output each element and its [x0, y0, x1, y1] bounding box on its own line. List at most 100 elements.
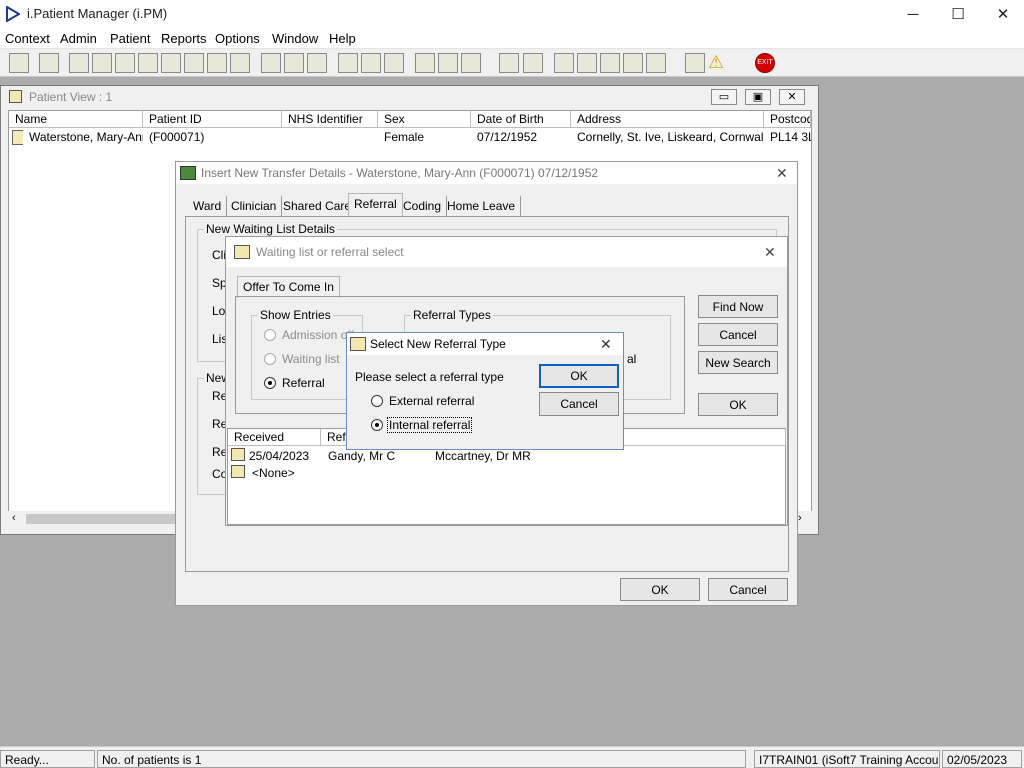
cell-nhs-identifier [282, 129, 378, 146]
app-title: i.Patient Manager (i.PM) [27, 6, 168, 21]
exit-icon[interactable]: EXIT [755, 53, 775, 73]
tasks-icon[interactable] [623, 53, 643, 73]
menu-admin[interactable]: Admin [60, 31, 97, 46]
wl-cancel-button[interactable]: Cancel [698, 323, 778, 346]
external-referral-radio[interactable] [371, 395, 383, 407]
col-patient-id[interactable]: Patient ID [143, 111, 282, 128]
tab-clinician[interactable]: Clinician [226, 196, 283, 217]
inbox-icon[interactable] [577, 53, 597, 73]
message-icon[interactable] [361, 53, 381, 73]
waiting-list-label: Waiting list [282, 352, 340, 366]
clock-icon[interactable] [284, 53, 304, 73]
list-icon[interactable] [115, 53, 135, 73]
maximize-button[interactable]: ☐ [935, 0, 981, 29]
new-search-button[interactable]: New Search [698, 351, 778, 374]
col-postcode[interactable]: Postcode [764, 111, 811, 128]
letter-m-icon[interactable] [138, 53, 158, 73]
tab-offer-to-come-in[interactable]: Offer To Come In [237, 276, 340, 298]
external-referral-label[interactable]: External referral [389, 394, 474, 408]
cell-postcode: PL14 3L [764, 129, 811, 146]
tab-shared-care[interactable]: Shared Care [278, 196, 358, 217]
tab-home-leave[interactable]: Home Leave [442, 196, 522, 217]
referred-to-name: Mccartney, Dr MR [435, 449, 531, 463]
notes-icon[interactable] [184, 53, 204, 73]
person-icon[interactable] [161, 53, 181, 73]
patient-count: No. of patients is 1 [97, 750, 746, 768]
menu-options[interactable]: Options [215, 31, 260, 46]
referral-label: Referral [282, 376, 325, 390]
col-address[interactable]: Address [571, 111, 764, 128]
warning-icon[interactable]: ⚠ [708, 53, 728, 73]
cell-dob: 07/12/1952 [471, 129, 571, 146]
received-date: <None> [252, 466, 295, 480]
col-nhs-identifier[interactable]: NHS Identifier [282, 111, 378, 128]
minimize-button[interactable]: ─ [890, 0, 936, 29]
internal-referral-radio[interactable] [371, 419, 383, 431]
close-button[interactable]: ✕ [980, 0, 1024, 29]
bar-chart-icon[interactable] [523, 53, 543, 73]
referral-icon [231, 448, 245, 461]
wl-ok-button[interactable]: OK [698, 393, 778, 416]
select-referral-type-dialog: Select New Referral Type ✕ Please select… [346, 332, 624, 450]
discharge-icon[interactable] [230, 53, 250, 73]
menu-patient[interactable]: Patient [110, 31, 150, 46]
document-icon[interactable] [499, 53, 519, 73]
transfer-icon[interactable] [207, 53, 227, 73]
scroll-right-icon[interactable]: › [798, 512, 802, 524]
app-logo-icon [6, 6, 20, 22]
workflow-icon[interactable] [646, 53, 666, 73]
menu-context[interactable]: Context [5, 31, 50, 46]
menu-reports[interactable]: Reports [161, 31, 207, 46]
check-icon[interactable] [600, 53, 620, 73]
referral-icon [231, 465, 245, 478]
table-row[interactable]: Waterstone, Mary-Ann (F000071) Female 07… [9, 129, 811, 146]
tab-ward[interactable]: Ward [188, 196, 228, 217]
mdi-close-button[interactable]: ✕ [779, 89, 805, 105]
find-now-button[interactable]: Find Now [698, 295, 778, 318]
mdi-minimize-button[interactable]: ▭ [711, 89, 737, 105]
phone-icon[interactable] [461, 53, 481, 73]
menu-help[interactable]: Help [329, 31, 356, 46]
tab-referral[interactable]: Referral [348, 193, 403, 217]
admission-offer-radio[interactable] [264, 329, 276, 341]
col-received[interactable]: Received [228, 429, 321, 446]
patient-search-icon[interactable] [9, 53, 29, 73]
referral-type-dialog-close-button[interactable]: ✕ [600, 336, 612, 353]
referral-type-ok-button[interactable]: OK [539, 364, 619, 388]
col-sex[interactable]: Sex [378, 111, 471, 128]
transfer-dialog-close-button[interactable]: ✕ [776, 165, 788, 182]
scroll-thumb[interactable] [26, 514, 176, 524]
globe-icon[interactable] [554, 53, 574, 73]
mdi-restore-button[interactable]: ▣ [745, 89, 771, 105]
transfer-ok-button[interactable]: OK [620, 578, 700, 601]
account-label: I7TRAIN01 (iSoft7 Training Account) [754, 750, 940, 768]
col-dob[interactable]: Date of Birth [471, 111, 571, 128]
scroll-left-icon[interactable]: ‹ [12, 512, 16, 524]
tab-coding[interactable]: Coding [398, 196, 448, 217]
dial-icon[interactable] [384, 53, 404, 73]
book-icon[interactable] [69, 53, 89, 73]
chart-icon[interactable] [338, 53, 358, 73]
cell-patient-id: (F000071) [143, 129, 282, 146]
waiting-list-radio[interactable] [264, 353, 276, 365]
referral-type-cancel-button[interactable]: Cancel [539, 392, 619, 416]
scissors-icon[interactable] [261, 53, 281, 73]
monitor-icon[interactable] [307, 53, 327, 73]
vehicle-icon[interactable] [438, 53, 458, 73]
menu-window[interactable]: Window [272, 31, 318, 46]
transfer-cancel-button[interactable]: Cancel [708, 578, 788, 601]
toolbar: ⚠ EXIT [0, 49, 1024, 77]
edit-icon[interactable] [92, 53, 112, 73]
print-icon[interactable] [39, 53, 59, 73]
internal-referral-label[interactable]: Internal referral [387, 417, 473, 433]
swap-icon[interactable] [685, 53, 705, 73]
waiting-list-dialog-close-button[interactable]: ✕ [764, 244, 776, 261]
col-name[interactable]: Name [9, 111, 143, 128]
status-date: 02/05/2023 [942, 750, 1022, 768]
referral-radio[interactable] [264, 377, 276, 389]
notepad-icon[interactable] [415, 53, 435, 73]
status-text: Ready... [0, 750, 95, 768]
referral-type-dialog-icon [350, 337, 366, 351]
list-item[interactable]: <None> [228, 464, 785, 481]
waiting-list-group-label: New Waiting List Details [204, 222, 337, 236]
